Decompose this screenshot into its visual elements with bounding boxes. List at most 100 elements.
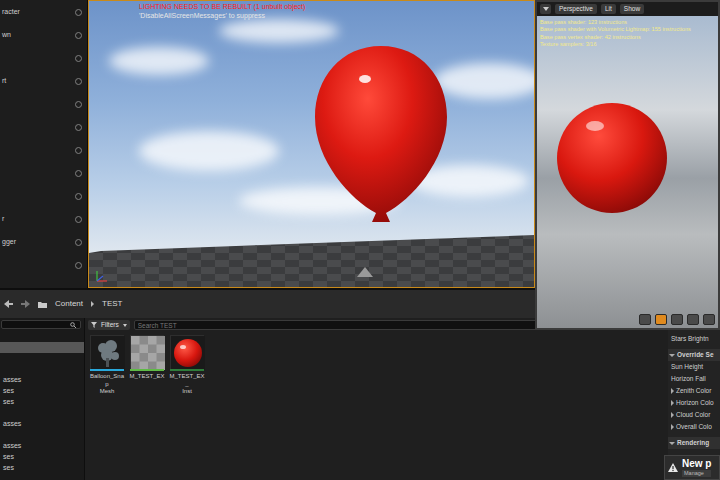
details-property-row[interactable]: Horizon Colo bbox=[668, 397, 720, 409]
source-folder-label: asses bbox=[3, 376, 21, 384]
forward-arrow-icon[interactable] bbox=[21, 299, 30, 309]
outliner-row[interactable]: r bbox=[0, 208, 87, 231]
expand-arrow-icon[interactable] bbox=[669, 354, 675, 357]
asset-label: Balloon_SnapMesh bbox=[89, 373, 125, 396]
expand-arrow-icon[interactable] bbox=[671, 412, 674, 418]
details-label: Sun Height bbox=[671, 363, 703, 371]
details-property-row[interactable]: Stars Brightn bbox=[668, 333, 720, 345]
source-folder-row[interactable] bbox=[0, 408, 84, 419]
asset-type-bar bbox=[170, 369, 204, 371]
asset-tile[interactable]: M_TEST_EX bbox=[129, 335, 165, 381]
warning-icon bbox=[668, 463, 678, 472]
expand-arrow-icon[interactable] bbox=[669, 442, 675, 445]
expand-arrow-icon[interactable] bbox=[671, 400, 674, 406]
outliner-row[interactable] bbox=[0, 162, 87, 185]
preview-toolbar-button[interactable]: Perspective bbox=[555, 4, 597, 14]
sources-panel: assessessesassesassessesses bbox=[0, 318, 85, 480]
stat-line: Base pass shader: 123 instructions bbox=[540, 19, 691, 26]
details-property-row[interactable]: Sun Height bbox=[668, 361, 720, 373]
pawn-icon bbox=[357, 267, 373, 277]
outliner-row[interactable]: wn bbox=[0, 24, 87, 47]
expand-arrow-icon[interactable] bbox=[671, 388, 674, 394]
screen-message: 'DisableAllScreenMessages' to suppress bbox=[139, 12, 305, 21]
visibility-icon[interactable] bbox=[75, 101, 82, 108]
search-icon bbox=[70, 322, 76, 328]
notification-body: New pManage bbox=[682, 458, 711, 477]
visibility-icon[interactable] bbox=[75, 32, 82, 39]
source-folder-row[interactable]: ses bbox=[0, 452, 84, 463]
asset-label-line: M_TEST_EX_ bbox=[169, 373, 205, 388]
preview-shape-button[interactable] bbox=[671, 314, 683, 325]
source-folder-row[interactable] bbox=[0, 342, 84, 353]
filters-button[interactable]: Filters bbox=[88, 320, 130, 330]
visibility-icon[interactable] bbox=[75, 147, 82, 154]
details-section-header[interactable]: Rendering bbox=[668, 437, 720, 449]
visibility-icon[interactable] bbox=[75, 55, 82, 62]
back-arrow-icon[interactable] bbox=[4, 299, 13, 309]
source-folder-row[interactable]: asses bbox=[0, 441, 84, 452]
preview-shape-button[interactable] bbox=[655, 314, 667, 325]
details-property-row[interactable]: Cloud Color bbox=[668, 409, 720, 421]
outliner-row[interactable] bbox=[0, 47, 87, 70]
path-crumb[interactable]: TEST bbox=[102, 299, 122, 309]
expand-arrow-icon[interactable] bbox=[671, 424, 674, 430]
source-folder-row[interactable] bbox=[0, 353, 84, 364]
details-label: Override Se bbox=[677, 351, 714, 359]
notification-action[interactable]: Manage bbox=[682, 470, 711, 477]
source-folder-row[interactable]: ses bbox=[0, 397, 84, 408]
details-section-header[interactable]: Override Se bbox=[668, 349, 720, 361]
asset-type-bar bbox=[90, 369, 124, 371]
level-viewport[interactable]: LIGHTING NEEDS TO BE REBUILT (1 unbuilt … bbox=[88, 0, 535, 288]
sources-search[interactable] bbox=[1, 320, 81, 329]
instance-thumbnail bbox=[170, 335, 204, 369]
visibility-icon[interactable] bbox=[75, 216, 82, 223]
source-folder-row[interactable]: asses bbox=[0, 375, 84, 386]
preview-toolbar-button[interactable]: Show bbox=[620, 4, 644, 14]
source-folder-row[interactable] bbox=[0, 364, 84, 375]
stat-line: Base pass vertex shader: 42 instructions bbox=[540, 34, 691, 41]
options-dropdown-icon[interactable] bbox=[540, 4, 551, 14]
outliner-row[interactable] bbox=[0, 185, 87, 208]
visibility-icon[interactable] bbox=[75, 170, 82, 177]
filters-label: Filters bbox=[101, 321, 119, 329]
visibility-icon[interactable] bbox=[75, 9, 82, 16]
details-property-row[interactable]: Zenith Color bbox=[668, 385, 720, 397]
source-folder-row[interactable] bbox=[0, 430, 84, 441]
source-folder-label: ses bbox=[3, 398, 14, 406]
notification-toast[interactable]: New pManage bbox=[664, 455, 720, 480]
outliner-row[interactable] bbox=[0, 116, 87, 139]
asset-label: M_TEST_EX_Inst bbox=[169, 373, 205, 396]
material-preview-window[interactable]: Perspective Lit Show Base pass shader: 123… bbox=[535, 0, 720, 330]
source-folder-label: ses bbox=[3, 453, 14, 461]
source-folder-row[interactable]: ses bbox=[0, 386, 84, 397]
folder-icon bbox=[38, 299, 47, 309]
outliner-label: wn bbox=[2, 31, 11, 39]
visibility-icon[interactable] bbox=[75, 262, 82, 269]
material-thumbnail bbox=[130, 335, 164, 369]
preview-view[interactable]: Base pass shader: 123 instructionsBase p… bbox=[537, 16, 718, 328]
details-property-row[interactable]: Overall Colo bbox=[668, 421, 720, 433]
outliner-row[interactable] bbox=[0, 93, 87, 116]
visibility-icon[interactable] bbox=[75, 124, 82, 131]
path-crumb[interactable]: Content bbox=[55, 299, 83, 309]
outliner-label: gger bbox=[2, 238, 16, 246]
visibility-icon[interactable] bbox=[75, 239, 82, 246]
details-property-row[interactable]: Horizon Fall bbox=[668, 373, 720, 385]
outliner-row[interactable]: gger bbox=[0, 231, 87, 254]
visibility-icon[interactable] bbox=[75, 78, 82, 85]
outliner-row[interactable] bbox=[0, 139, 87, 162]
preview-shape-button[interactable] bbox=[687, 314, 699, 325]
source-folder-row[interactable] bbox=[0, 331, 84, 342]
preview-toolbar-button[interactable]: Lit bbox=[601, 4, 616, 14]
asset-tile[interactable]: Balloon_SnapMesh bbox=[89, 335, 125, 396]
preview-shape-button[interactable] bbox=[703, 314, 715, 325]
visibility-icon[interactable] bbox=[75, 193, 82, 200]
asset-tile[interactable]: M_TEST_EX_Inst bbox=[169, 335, 205, 396]
outliner-row[interactable]: racter bbox=[0, 1, 87, 24]
preview-shape-button[interactable] bbox=[639, 314, 651, 325]
source-folder-row[interactable]: ses bbox=[0, 463, 84, 474]
source-folder-row[interactable]: asses bbox=[0, 419, 84, 430]
stat-line: Base pass shader with Volumetric Lightma… bbox=[540, 26, 691, 33]
outliner-row[interactable]: rt bbox=[0, 70, 87, 93]
outliner-row[interactable] bbox=[0, 254, 87, 277]
